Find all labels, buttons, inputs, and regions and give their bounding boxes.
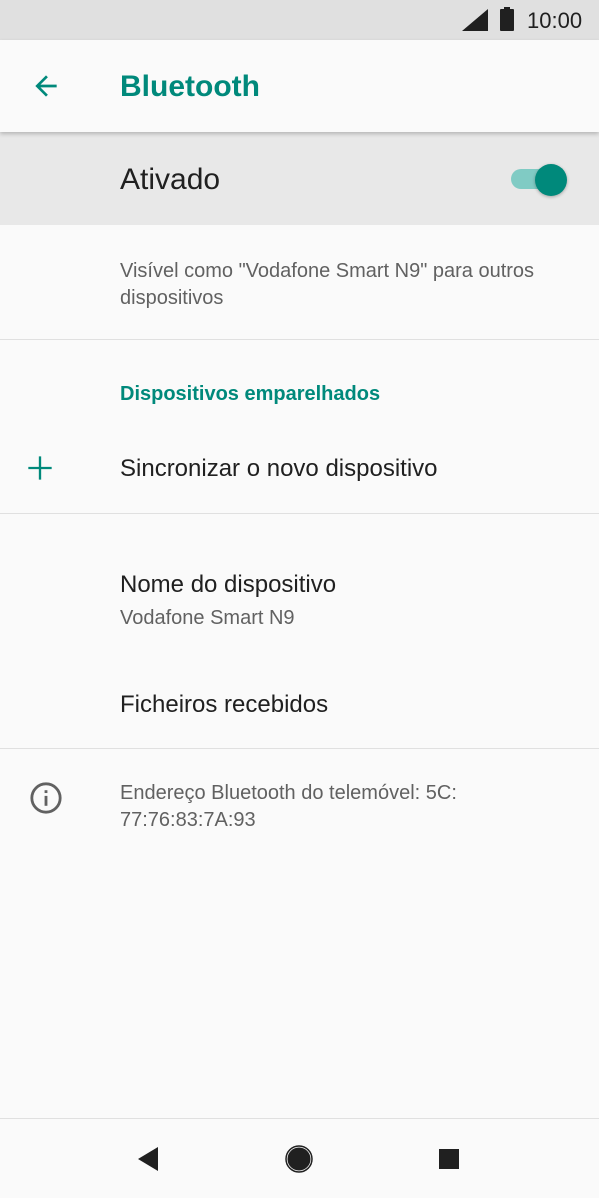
info-icon bbox=[30, 782, 62, 814]
bluetooth-master-switch-row[interactable]: Ativado bbox=[0, 132, 599, 225]
arrow-left-icon[interactable] bbox=[30, 70, 62, 102]
bluetooth-settings-screen: 10:00 Bluetooth Ativado Visível como "Vo… bbox=[0, 0, 599, 1198]
nav-back-icon[interactable] bbox=[138, 1147, 160, 1171]
device-name-row[interactable]: Nome do dispositivo Vodafone Smart N9 bbox=[0, 555, 599, 645]
bluetooth-toggle[interactable] bbox=[511, 164, 569, 196]
device-name-value: Vodafone Smart N9 bbox=[120, 607, 295, 629]
navigation-bar bbox=[0, 1118, 599, 1198]
received-files-label: Ficheiros recebidos bbox=[120, 691, 329, 718]
plus-icon bbox=[28, 456, 52, 480]
nav-recents-icon[interactable] bbox=[439, 1149, 459, 1169]
toggle-thumb bbox=[535, 164, 567, 196]
battery-icon bbox=[500, 7, 514, 31]
device-name-title: Nome do dispositivo bbox=[120, 571, 337, 598]
status-bar: 10:00 bbox=[0, 0, 599, 40]
app-bar: Bluetooth bbox=[0, 40, 599, 132]
signal-icon bbox=[462, 9, 488, 31]
status-time: 10:00 bbox=[527, 8, 583, 33]
pair-new-device-label: Sincronizar o novo dispositivo bbox=[120, 455, 438, 482]
paired-devices-header: Dispositivos emparelhados bbox=[120, 383, 381, 405]
received-files-row[interactable]: Ficheiros recebidos bbox=[0, 672, 599, 744]
divider bbox=[0, 339, 599, 340]
nav-home-icon[interactable] bbox=[285, 1145, 313, 1173]
bluetooth-address-text: Endereço Bluetooth do telemóvel: 5C: 77:… bbox=[120, 782, 457, 831]
page-title: Bluetooth bbox=[120, 70, 260, 103]
master-switch-label: Ativado bbox=[120, 163, 221, 196]
visibility-text: Visível como "Vodafone Smart N9" para ou… bbox=[120, 260, 535, 309]
divider bbox=[0, 748, 599, 749]
divider bbox=[0, 513, 599, 514]
pair-new-device-row[interactable]: Sincronizar o novo dispositivo bbox=[0, 430, 599, 512]
